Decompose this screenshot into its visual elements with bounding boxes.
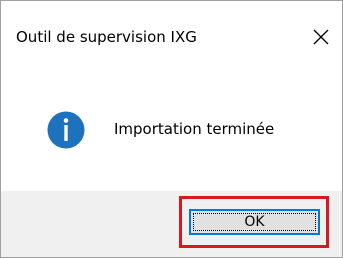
dialog-footer: OK (1, 191, 342, 257)
ok-button-highlight: OK (179, 196, 329, 248)
close-button[interactable] (300, 19, 342, 53)
ok-button-label: OK (244, 214, 265, 230)
close-icon (313, 29, 329, 45)
info-icon (47, 111, 85, 149)
ok-button[interactable]: OK (189, 209, 320, 235)
message-dialog: Outil de supervision IXG Importation ter… (0, 0, 343, 258)
title-bar: Outil de supervision IXG (1, 1, 342, 61)
dialog-title: Outil de supervision IXG (16, 28, 197, 46)
dialog-message: Importation terminée (114, 120, 275, 138)
